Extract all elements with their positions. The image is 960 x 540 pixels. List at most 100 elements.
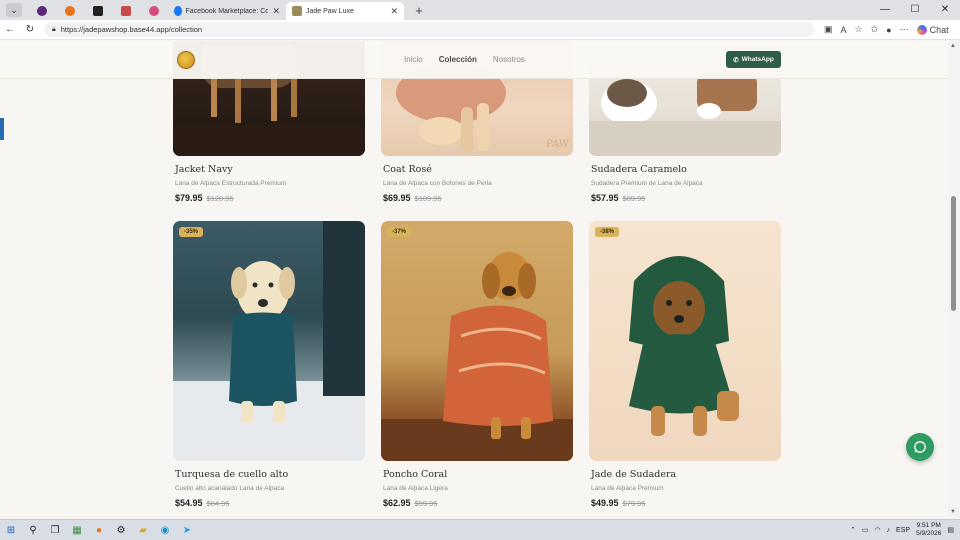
product-name[interactable]: Jacket Navy: [173, 164, 365, 175]
product-description: Lana de Alpaca Estructurada Premium: [175, 180, 287, 187]
scroll-up-arrow-icon[interactable]: ▲: [950, 43, 956, 49]
product-price: $57.95: [591, 193, 619, 203]
notifications-icon[interactable]: ▤: [947, 526, 954, 534]
site-header: Inicio Colección Nosotros ✆ WhatsApp: [0, 41, 948, 79]
page-scrollbar[interactable]: ▲ ▼: [948, 41, 960, 517]
profile-avatar-icon[interactable]: ●: [886, 25, 891, 35]
tab-title: Jade Paw Luxe: [306, 7, 354, 15]
favorite-star-icon[interactable]: ☆: [855, 24, 863, 35]
product-image[interactable]: -35%: [173, 221, 365, 461]
dog-photo-icon: [381, 252, 573, 461]
file-explorer-icon[interactable]: ▰: [132, 520, 154, 540]
whatsapp-button[interactable]: ✆ WhatsApp: [726, 51, 781, 68]
pinned-tab-3-icon: [93, 6, 103, 16]
maximize-icon[interactable]: ☐: [900, 0, 930, 20]
scroll-thumb[interactable]: [951, 196, 956, 311]
pinned-tab-5[interactable]: [140, 2, 168, 20]
widgets-icon[interactable]: ▦: [66, 520, 88, 540]
product-old-price: $79.95: [622, 499, 646, 508]
product-old-price: $99.95: [414, 499, 438, 508]
whatsapp-chat-icon: [914, 441, 926, 453]
more-menu-icon[interactable]: ⋯: [900, 24, 909, 35]
floating-whatsapp-button[interactable]: [906, 433, 934, 461]
product-card-turquesa-cuello-alto[interactable]: -35% Turquesa de cuello alto Cuello alto…: [173, 221, 365, 508]
pinned-tab-2-icon: [65, 6, 75, 16]
pinned-tab-3[interactable]: [84, 2, 112, 20]
system-tray: ⌃ ▭ ◠ ♪ ESP 9:51 PM 5/9/2026 ▤: [850, 522, 960, 538]
split-screen-icon[interactable]: ▣: [824, 24, 833, 35]
show-hidden-icons-icon[interactable]: ⌃: [850, 526, 856, 534]
product-name[interactable]: Sudadera Caramelo: [589, 164, 781, 175]
nav-nosotros[interactable]: Nosotros: [493, 55, 525, 64]
nav-coleccion[interactable]: Colección: [439, 55, 477, 64]
telegram-icon[interactable]: ➤: [176, 520, 198, 540]
jade-paw-logo[interactable]: [177, 51, 195, 69]
pinned-tab-4-icon: [121, 6, 131, 16]
minimize-icon[interactable]: —: [870, 0, 900, 20]
product-card-jade-de-sudadera[interactable]: -38% Jade de Sudadera Lana de Alpaca Pre…: [589, 221, 781, 508]
tab-jade-paw-luxe[interactable]: Jade Paw Luxe ✕: [286, 2, 404, 20]
new-tab-plus-icon[interactable]: +: [410, 2, 428, 20]
search-icon[interactable]: ⚲: [22, 520, 44, 540]
product-description: Lana de Alpaca Premium: [591, 485, 664, 492]
whatsapp-icon: ✆: [733, 56, 739, 64]
volume-icon[interactable]: ♪: [887, 527, 891, 534]
site-favicon-icon: [292, 6, 302, 16]
main-nav: Inicio Colección Nosotros: [404, 55, 525, 64]
back-arrow-icon[interactable]: ←: [0, 24, 20, 35]
browser-tab-strip: ⌄ Facebook Marketplace: Compra y... ✕ Ja…: [0, 0, 960, 20]
windows-taskbar: ⊞ ⚲ ❐ ▦ ● ⚙ ▰ ◉ ➤ ⌃ ▭ ◠ ♪ ESP 9:51 PM 5/…: [0, 519, 960, 540]
product-description: Lana de Alpaca Ligera: [383, 485, 448, 492]
site-info-icon[interactable]: 🔒︎: [52, 26, 56, 34]
refresh-icon[interactable]: ↻: [20, 24, 40, 35]
product-name[interactable]: Coat Rosé: [381, 164, 573, 175]
firefox-icon[interactable]: ●: [88, 520, 110, 540]
whatsapp-label: WhatsApp: [741, 56, 774, 63]
pinned-tab-1-icon: [37, 6, 47, 16]
copilot-chat-button[interactable]: Chat: [916, 24, 949, 35]
product-old-price: $89.95: [622, 194, 646, 203]
edge-browser-icon[interactable]: ◉: [154, 520, 176, 540]
language-indicator[interactable]: ESP: [896, 527, 910, 534]
close-window-icon[interactable]: ✕: [930, 0, 960, 20]
product-name[interactable]: Jade de Sudadera: [589, 469, 781, 480]
close-tab-icon[interactable]: ✕: [272, 6, 280, 17]
clock[interactable]: 9:51 PM 5/9/2026: [916, 522, 941, 538]
translate-icon[interactable]: A: [841, 25, 847, 35]
pinned-tab-4[interactable]: [112, 2, 140, 20]
product-price-row: $62.95 $99.95: [381, 498, 573, 508]
url-field[interactable]: 🔒︎ https://jadepawshop.base44.app/collec…: [44, 22, 814, 37]
close-tab-icon[interactable]: ✕: [390, 6, 398, 17]
task-view-icon[interactable]: ❐: [44, 520, 66, 540]
favorites-icon[interactable]: ✩: [871, 24, 879, 35]
product-price: $62.95: [383, 498, 411, 508]
url-text: https://jadepawshop.base44.app/collectio…: [60, 25, 203, 34]
pinned-tab-1[interactable]: [28, 2, 56, 20]
product-price-row: $49.95 $79.95: [589, 498, 781, 508]
facebook-icon: [174, 6, 182, 16]
pinned-tab-2[interactable]: [56, 2, 84, 20]
product-price-row: $57.95 $89.95: [589, 193, 781, 203]
product-image[interactable]: -38%: [589, 221, 781, 461]
nav-inicio[interactable]: Inicio: [404, 55, 423, 64]
start-menu-icon[interactable]: ⊞: [0, 520, 22, 540]
product-name[interactable]: Poncho Coral: [381, 469, 573, 480]
product-image[interactable]: -37%: [381, 221, 573, 461]
product-description: Sudadera Premium de Lana de Alpaca: [591, 180, 703, 187]
address-bar-row: ← ↻ 🔒︎ https://jadepawshop.base44.app/co…: [0, 20, 960, 40]
tab-actions-menu-icon[interactable]: ⌄: [6, 3, 22, 17]
product-card-poncho-coral[interactable]: -37% Poncho Coral Lana de Alpaca Ligera …: [381, 221, 573, 508]
scroll-down-arrow-icon[interactable]: ▼: [950, 509, 956, 515]
chatgpt-icon[interactable]: ⚙: [110, 520, 132, 540]
tab-title: Facebook Marketplace: Compra y...: [185, 7, 269, 15]
tab-facebook-marketplace[interactable]: Facebook Marketplace: Compra y... ✕: [168, 2, 286, 20]
product-old-price: $84.95: [206, 499, 230, 508]
product-old-price: $120.95: [206, 194, 234, 203]
product-price: $54.95: [175, 498, 203, 508]
product-price-row: $54.95 $84.95: [173, 498, 365, 508]
product-price: $69.95: [383, 193, 411, 203]
product-name[interactable]: Turquesa de cuello alto: [173, 469, 365, 480]
product-price-row: $79.95 $120.95: [173, 193, 365, 203]
wifi-icon[interactable]: ◠: [874, 526, 880, 534]
network-icon[interactable]: ▭: [862, 526, 869, 534]
